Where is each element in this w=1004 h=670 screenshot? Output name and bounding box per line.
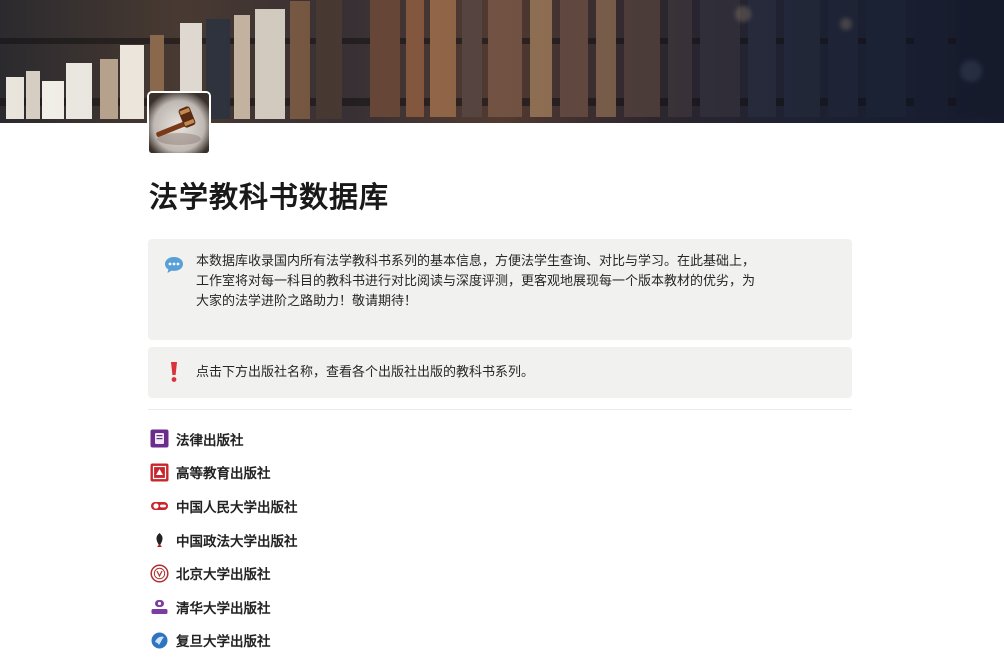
page-title: 法学教科书数据库 <box>149 180 390 214</box>
publisher-label[interactable]: 中国政法大学出版社 <box>176 530 298 550</box>
publisher-label[interactable]: 高等教育出版社 <box>176 462 271 482</box>
publisher-link-law-press[interactable]: 法律出版社 <box>150 422 298 456</box>
higher-education-press-logo-icon <box>150 463 169 482</box>
publisher-link-peking-university-press[interactable]: 北京大学出版社 <box>150 556 298 590</box>
fudan-university-press-logo-icon <box>150 631 169 650</box>
tsinghua-university-press-logo-icon <box>150 597 169 616</box>
publisher-label[interactable]: 清华大学出版社 <box>176 597 271 617</box>
publisher-link-fudan-university-press[interactable]: 复旦大学出版社 <box>150 624 298 658</box>
publisher-label[interactable]: 法律出版社 <box>176 429 244 449</box>
publisher-link-higher-education-press[interactable]: 高等教育出版社 <box>150 456 298 490</box>
publisher-link-cupl-press[interactable]: 中国政法大学出版社 <box>150 523 298 557</box>
law-press-logo-icon <box>150 429 169 448</box>
hint-text: 点击下方出版社名称，查看各个出版社出版的教科书系列。 <box>196 365 535 380</box>
publisher-label[interactable]: 中国人民大学出版社 <box>176 496 298 516</box>
gavel-icon <box>149 93 209 153</box>
page-icon-gavel[interactable] <box>149 93 209 153</box>
speech-bubble-icon <box>163 254 185 276</box>
peking-university-press-logo-icon <box>150 564 169 583</box>
exclamation-icon <box>163 360 185 382</box>
publisher-label[interactable]: 复旦大学出版社 <box>176 630 271 650</box>
intro-callout: 本数据库收录国内所有法学教科书系列的基本信息，方便法学生查询、对比与学习。在此基… <box>148 239 852 340</box>
publisher-list: 法律出版社 高等教育出版社 中国人民大学出版社 中国政法大学出版社 北京大学出版… <box>150 422 298 657</box>
renmin-university-press-logo-icon <box>150 496 169 515</box>
publisher-label[interactable]: 北京大学出版社 <box>176 563 271 583</box>
publisher-link-tsinghua-university-press[interactable]: 清华大学出版社 <box>150 590 298 624</box>
publisher-link-renmin-university-press[interactable]: 中国人民大学出版社 <box>150 489 298 523</box>
divider <box>148 409 852 410</box>
hint-callout: 点击下方出版社名称，查看各个出版社出版的教科书系列。 <box>148 347 852 398</box>
cupl-press-logo-icon <box>150 530 169 549</box>
